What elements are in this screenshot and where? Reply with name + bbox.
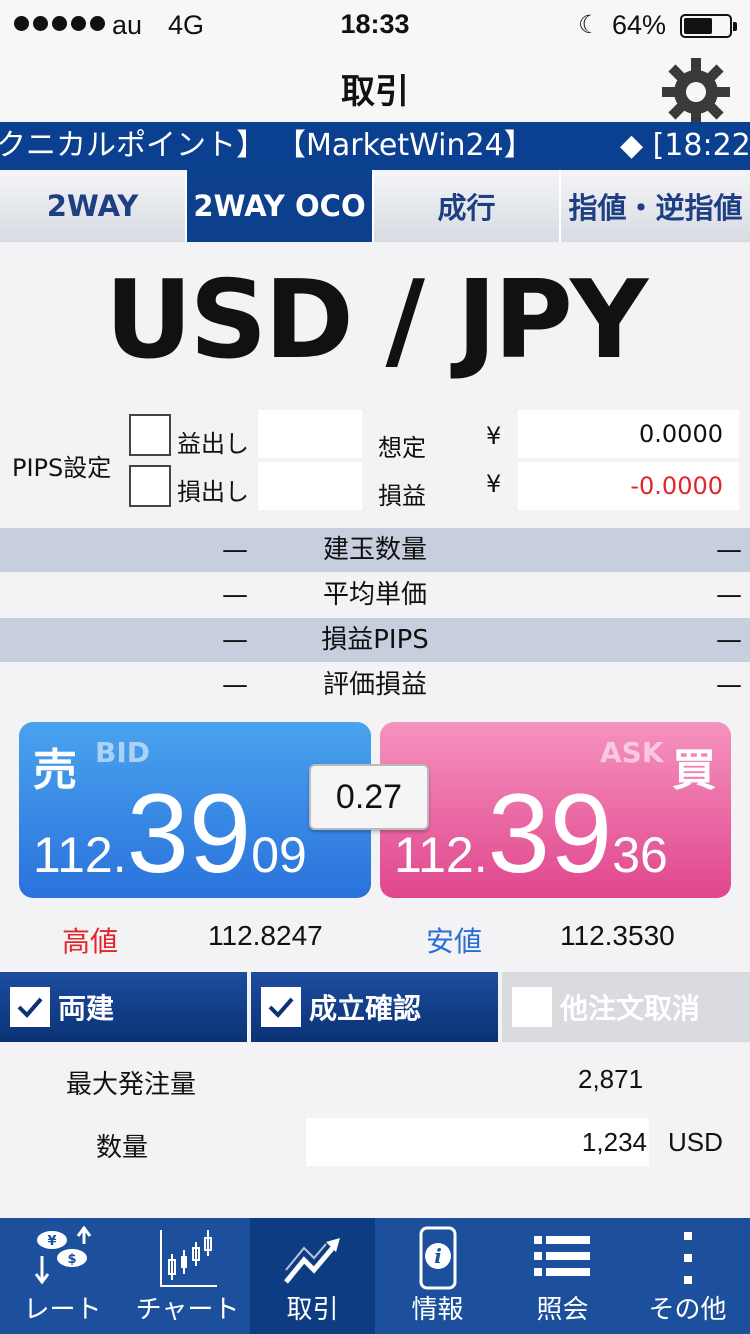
ticker-text-2: 【MarketWin24】 xyxy=(276,128,534,163)
bid-price-prefix: 112. xyxy=(33,827,127,883)
low-value: 112.3530 xyxy=(560,920,675,951)
bottom-navigation: ¥ $ レート チャート 取引 i 情報 照会 その他 xyxy=(0,1218,750,1334)
high-label: 高値 xyxy=(62,925,119,958)
estimate-label-top: 想定 xyxy=(378,434,426,462)
nav-rate-label: レート xyxy=(23,1295,102,1325)
nav-chart[interactable]: チャート xyxy=(125,1218,250,1334)
take-profit-pips-input[interactable] xyxy=(258,410,362,458)
estimate-label-bottom: 損益 xyxy=(378,482,426,510)
confirm-fill-toggle[interactable]: 成立確認 xyxy=(251,972,498,1042)
cancel-other-orders-toggle[interactable]: 他注文取消 xyxy=(502,972,750,1042)
bid-price-suffix: 09 xyxy=(251,827,307,883)
ask-price-main: 39 xyxy=(487,771,613,896)
position-row-avg-price: — 平均単価 — xyxy=(0,573,750,617)
quantity-label: 数量 xyxy=(96,1133,149,1163)
nav-more[interactable]: その他 xyxy=(625,1218,750,1334)
position-row-quantity: — 建玉数量 — xyxy=(0,528,750,572)
svg-text:i: i xyxy=(434,1244,442,1268)
rate-icon: ¥ $ xyxy=(34,1226,92,1285)
checkbox-unchecked-icon xyxy=(512,987,552,1027)
nav-trade[interactable]: 取引 xyxy=(250,1218,375,1334)
ticker-text-3: ◆ [18:22 xyxy=(620,128,750,163)
row-label: 建玉数量 xyxy=(322,535,427,565)
buy-ask-button[interactable]: ASK 買 112.3936 xyxy=(380,722,731,898)
low-label: 安値 xyxy=(426,925,483,958)
tab-2way-oco[interactable]: 2WAY OCO xyxy=(187,170,374,242)
quantity-input[interactable]: 1,234 xyxy=(306,1118,649,1166)
hedge-toggle[interactable]: 両建 xyxy=(0,972,247,1042)
gear-icon[interactable] xyxy=(658,52,734,128)
row-right-value: — xyxy=(716,535,742,565)
currency-symbol-loss: ¥ xyxy=(486,470,502,498)
take-profit-label: 益出し xyxy=(177,430,249,458)
ask-price-suffix: 36 xyxy=(612,827,668,883)
checkbox-checked-icon xyxy=(10,987,50,1027)
title-bar: 取引 xyxy=(0,52,750,126)
ticker-text-1: クニカルポイント】 xyxy=(0,128,266,163)
row-right-value: — xyxy=(716,670,742,700)
take-profit-checkbox[interactable] xyxy=(129,414,171,456)
buy-kanji: 買 xyxy=(672,745,716,796)
battery-icon xyxy=(680,14,737,38)
status-bar: au 4G 18:33 ☾ 64% xyxy=(0,0,750,52)
row-label: 損益PIPS xyxy=(321,625,429,655)
pips-settings-label: PIPS設定 xyxy=(12,454,112,482)
cancel-other-orders-label: 他注文取消 xyxy=(560,992,701,1025)
ask-label: ASK xyxy=(600,736,664,769)
news-ticker[interactable]: クニカルポイント】 【MarketWin24】 ◆ [18:22 xyxy=(0,122,750,170)
row-label: 評価損益 xyxy=(322,670,427,700)
estimated-loss-value: -0.0000 xyxy=(518,462,739,510)
battery-percent: 64% xyxy=(612,10,667,40)
nav-inquiry-label: 照会 xyxy=(536,1295,589,1325)
nav-info[interactable]: i 情報 xyxy=(375,1218,500,1334)
do-not-disturb-icon: ☾ xyxy=(578,11,601,39)
tab-limit-stop[interactable]: 指値・逆指値 xyxy=(561,170,750,242)
ask-price-prefix: 112. xyxy=(394,827,488,883)
list-icon xyxy=(534,1236,590,1276)
nav-inquiry[interactable]: 照会 xyxy=(500,1218,625,1334)
hedge-label: 両建 xyxy=(58,992,115,1025)
ask-price: 112.3936 xyxy=(394,778,668,890)
nav-rate[interactable]: ¥ $ レート xyxy=(0,1218,125,1334)
estimated-profit-value: 0.0000 xyxy=(518,410,739,458)
nav-more-label: その他 xyxy=(648,1295,727,1325)
tab-2way[interactable]: 2WAY xyxy=(0,170,187,242)
stop-loss-label: 損出し xyxy=(177,478,249,506)
confirm-fill-label: 成立確認 xyxy=(309,992,422,1025)
bid-price: 112.3909 xyxy=(33,778,307,890)
max-order-label: 最大発注量 xyxy=(66,1070,197,1100)
stop-loss-checkbox[interactable] xyxy=(129,465,171,507)
position-row-valuation: — 評価損益 — xyxy=(0,663,750,707)
tab-market-order[interactable]: 成行 xyxy=(374,170,561,242)
nav-chart-label: チャート xyxy=(135,1295,240,1325)
max-order-value: 2,871 xyxy=(578,1064,644,1094)
currency-pair: USD / JPY xyxy=(104,258,648,383)
high-value: 112.8247 xyxy=(208,920,323,951)
nav-trade-label: 取引 xyxy=(286,1295,339,1325)
trade-icon xyxy=(284,1238,340,1284)
checkbox-checked-icon xyxy=(261,987,301,1027)
quantity-unit: USD xyxy=(668,1127,723,1157)
row-right-value: — xyxy=(716,580,742,610)
page-title: 取引 xyxy=(341,72,409,112)
stop-loss-pips-input[interactable] xyxy=(258,462,362,510)
more-icon xyxy=(684,1232,692,1284)
svg-text:$: $ xyxy=(67,1252,76,1267)
chart-icon xyxy=(160,1230,217,1287)
bid-label: BID xyxy=(95,736,151,769)
row-right-value: — xyxy=(716,625,742,655)
order-type-tabs: 2WAY 2WAY OCO 成行 指値・逆指値 xyxy=(0,170,750,242)
nav-info-label: 情報 xyxy=(411,1295,464,1325)
position-row-pl-pips: — 損益PIPS — xyxy=(0,618,750,662)
row-label: 平均単価 xyxy=(322,580,427,610)
currency-symbol-profit: ¥ xyxy=(486,422,502,450)
svg-text:¥: ¥ xyxy=(47,1234,56,1249)
info-icon: i xyxy=(419,1226,457,1290)
bid-price-main: 39 xyxy=(126,771,252,896)
spread-value: 0.27 xyxy=(309,764,429,830)
